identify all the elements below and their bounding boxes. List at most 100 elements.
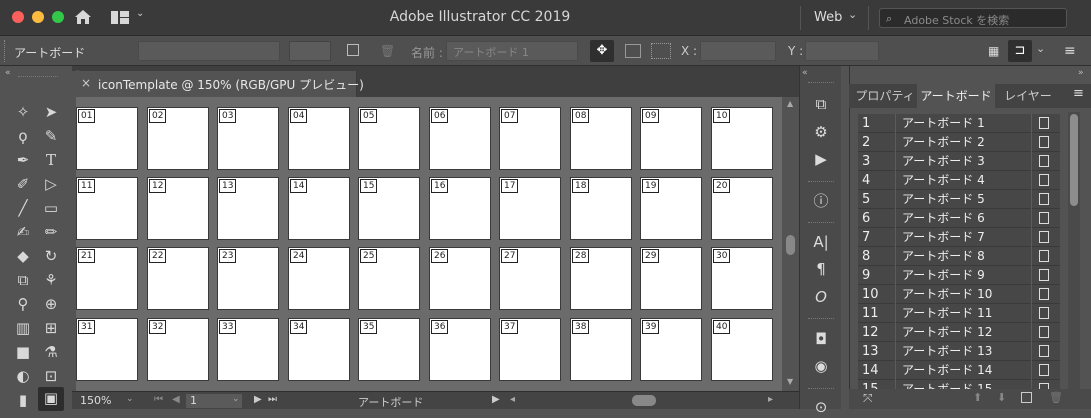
- divider: [895, 228, 896, 247]
- scroll-right-icon[interactable]: ▸: [768, 394, 773, 405]
- artboard-name[interactable]: アートボード 6: [902, 209, 985, 228]
- artboard-index: 4: [862, 173, 871, 188]
- artboard-name[interactable]: アートボード 10: [902, 285, 992, 304]
- artboard-name[interactable]: アートボード 3: [902, 152, 985, 171]
- artboard-name[interactable]: アートボード 7: [902, 228, 985, 247]
- divider: [895, 209, 896, 228]
- artboard-index: 10: [862, 287, 879, 302]
- artboard-name[interactable]: アートボード 14: [902, 361, 992, 380]
- artboard-list-item[interactable]: 2 アートボード 2: [858, 133, 1060, 152]
- divider: [895, 190, 896, 209]
- divider: [895, 380, 896, 389]
- artboard-options-icon[interactable]: [1039, 212, 1049, 224]
- panel-footer: ⤧ ⬆ ⬇ 🗑: [849, 389, 1091, 409]
- divider: [1031, 171, 1032, 190]
- artboard-list-item[interactable]: 14 アートボード 14: [858, 361, 1060, 380]
- artboard-list-item[interactable]: 9 アートボード 9: [858, 266, 1060, 285]
- artboard-list-item[interactable]: 3 アートボード 3: [858, 152, 1060, 171]
- page-number: 1: [190, 394, 197, 407]
- next-page-icon[interactable]: ▶: [254, 394, 262, 405]
- scroll-left-icon[interactable]: ◂: [510, 394, 515, 405]
- divider: [1031, 152, 1032, 171]
- artboard-name[interactable]: アートボード 5: [902, 190, 985, 209]
- horizontal-scroll-thumb[interactable]: [632, 395, 656, 406]
- artboard-list-item[interactable]: 4 アートボード 4: [858, 171, 1060, 190]
- artboard-options-icon[interactable]: [1039, 136, 1049, 148]
- artboard-options-icon[interactable]: [1039, 250, 1049, 262]
- first-page-icon[interactable]: ⏮: [154, 394, 163, 405]
- divider: [895, 133, 896, 152]
- trash-icon[interactable]: 🗑: [1049, 391, 1063, 404]
- artboard-options-icon[interactable]: [1039, 288, 1049, 300]
- artboard-options-icon[interactable]: [1039, 326, 1049, 338]
- artboard-options-icon[interactable]: [1039, 345, 1049, 357]
- page-dropdown-icon[interactable]: ⌄: [232, 394, 240, 404]
- artboard-list-item[interactable]: 12 アートボード 12: [858, 323, 1060, 342]
- artboard-name[interactable]: アートボード 11: [902, 304, 992, 323]
- divider: [895, 171, 896, 190]
- artboard-name[interactable]: アートボード 4: [902, 171, 985, 190]
- column-graph-icon[interactable]: ▮: [12, 389, 34, 411]
- divider: [895, 285, 896, 304]
- artboard-name[interactable]: アートボード 13: [902, 342, 992, 361]
- artboard-name[interactable]: アートボード 1: [902, 114, 985, 133]
- artboard-list-item[interactable]: 1 アートボード 1: [858, 114, 1060, 133]
- artboard-list-item[interactable]: 10 アートボード 10: [858, 285, 1060, 304]
- divider: [1031, 228, 1032, 247]
- links-icon[interactable]: ⊙: [810, 396, 832, 418]
- artboard-options-icon[interactable]: [1039, 307, 1049, 319]
- prev-page-icon[interactable]: ◀: [172, 394, 180, 405]
- divider: [1031, 133, 1032, 152]
- artboard-name[interactable]: アートボード 9: [902, 266, 985, 285]
- artboard-list-item[interactable]: 15 アートボード 15: [858, 380, 1060, 389]
- divider: [1031, 361, 1032, 380]
- artboard-options-icon[interactable]: [1039, 155, 1049, 167]
- artboard-list-item[interactable]: 5 アートボード 5: [858, 190, 1060, 209]
- artboard-list-item[interactable]: 8 アートボード 8: [858, 247, 1060, 266]
- rearrange-all-icon[interactable]: ⤧: [863, 391, 873, 406]
- artboard-index: 13: [862, 344, 879, 359]
- new-artboard-icon[interactable]: [1021, 392, 1032, 403]
- divider: [1031, 304, 1032, 323]
- scroll-thumb[interactable]: [1070, 114, 1078, 206]
- artboard-index: 15: [862, 380, 879, 389]
- artboard-index: 5: [862, 192, 871, 207]
- artboard-options-icon[interactable]: [1039, 364, 1049, 376]
- artboard-list-item[interactable]: 13 アートボード 13: [858, 342, 1060, 361]
- divider: [895, 247, 896, 266]
- status-mode[interactable]: アートボード: [358, 394, 423, 410]
- panel-scrollbar[interactable]: [1068, 112, 1080, 390]
- divider: [1031, 323, 1032, 342]
- artboard-index: 14: [862, 363, 879, 378]
- artboard-index: 2: [862, 135, 871, 150]
- divider: [1031, 342, 1032, 361]
- artboard-list-item[interactable]: 11 アートボード 11: [858, 304, 1060, 323]
- artboard-name[interactable]: アートボード 8: [902, 247, 985, 266]
- divider: [895, 152, 896, 171]
- zoom-dropdown-icon[interactable]: ⌄: [126, 394, 134, 404]
- artboard-list-item[interactable]: 7 アートボード 7: [858, 228, 1060, 247]
- artboard-name[interactable]: アートボード 15: [902, 380, 992, 389]
- divider: [895, 114, 896, 133]
- artboard-options-icon[interactable]: [1039, 193, 1049, 205]
- artboard-tool-icon[interactable]: ▣: [38, 387, 64, 411]
- artboard-options-icon[interactable]: [1039, 231, 1049, 243]
- artboard-options-icon[interactable]: [1039, 174, 1049, 186]
- artboard-index: 3: [862, 154, 871, 169]
- artboard-index: 6: [862, 211, 871, 226]
- move-down-icon[interactable]: ⬇: [997, 391, 1006, 404]
- artboard-name[interactable]: アートボード 12: [902, 323, 992, 342]
- status-menu-icon[interactable]: ▶: [492, 394, 500, 405]
- divider: [1031, 247, 1032, 266]
- artboard-name[interactable]: アートボード 2: [902, 133, 985, 152]
- artboard-list: 1 アートボード 1 2 アートボード 2 3 アートボード 3 4 アートボード 4 5 アート…: [0, 0, 1091, 389]
- zoom-level[interactable]: 150%: [80, 394, 111, 407]
- artboard-index: 8: [862, 249, 871, 264]
- divider: [1031, 190, 1032, 209]
- artboard-options-icon[interactable]: [1039, 117, 1049, 129]
- artboard-options-icon[interactable]: [1039, 269, 1049, 281]
- divider: [895, 304, 896, 323]
- artboard-list-item[interactable]: 6 アートボード 6: [858, 209, 1060, 228]
- move-up-icon[interactable]: ⬆: [973, 391, 982, 404]
- last-page-icon[interactable]: ⏭: [268, 394, 277, 405]
